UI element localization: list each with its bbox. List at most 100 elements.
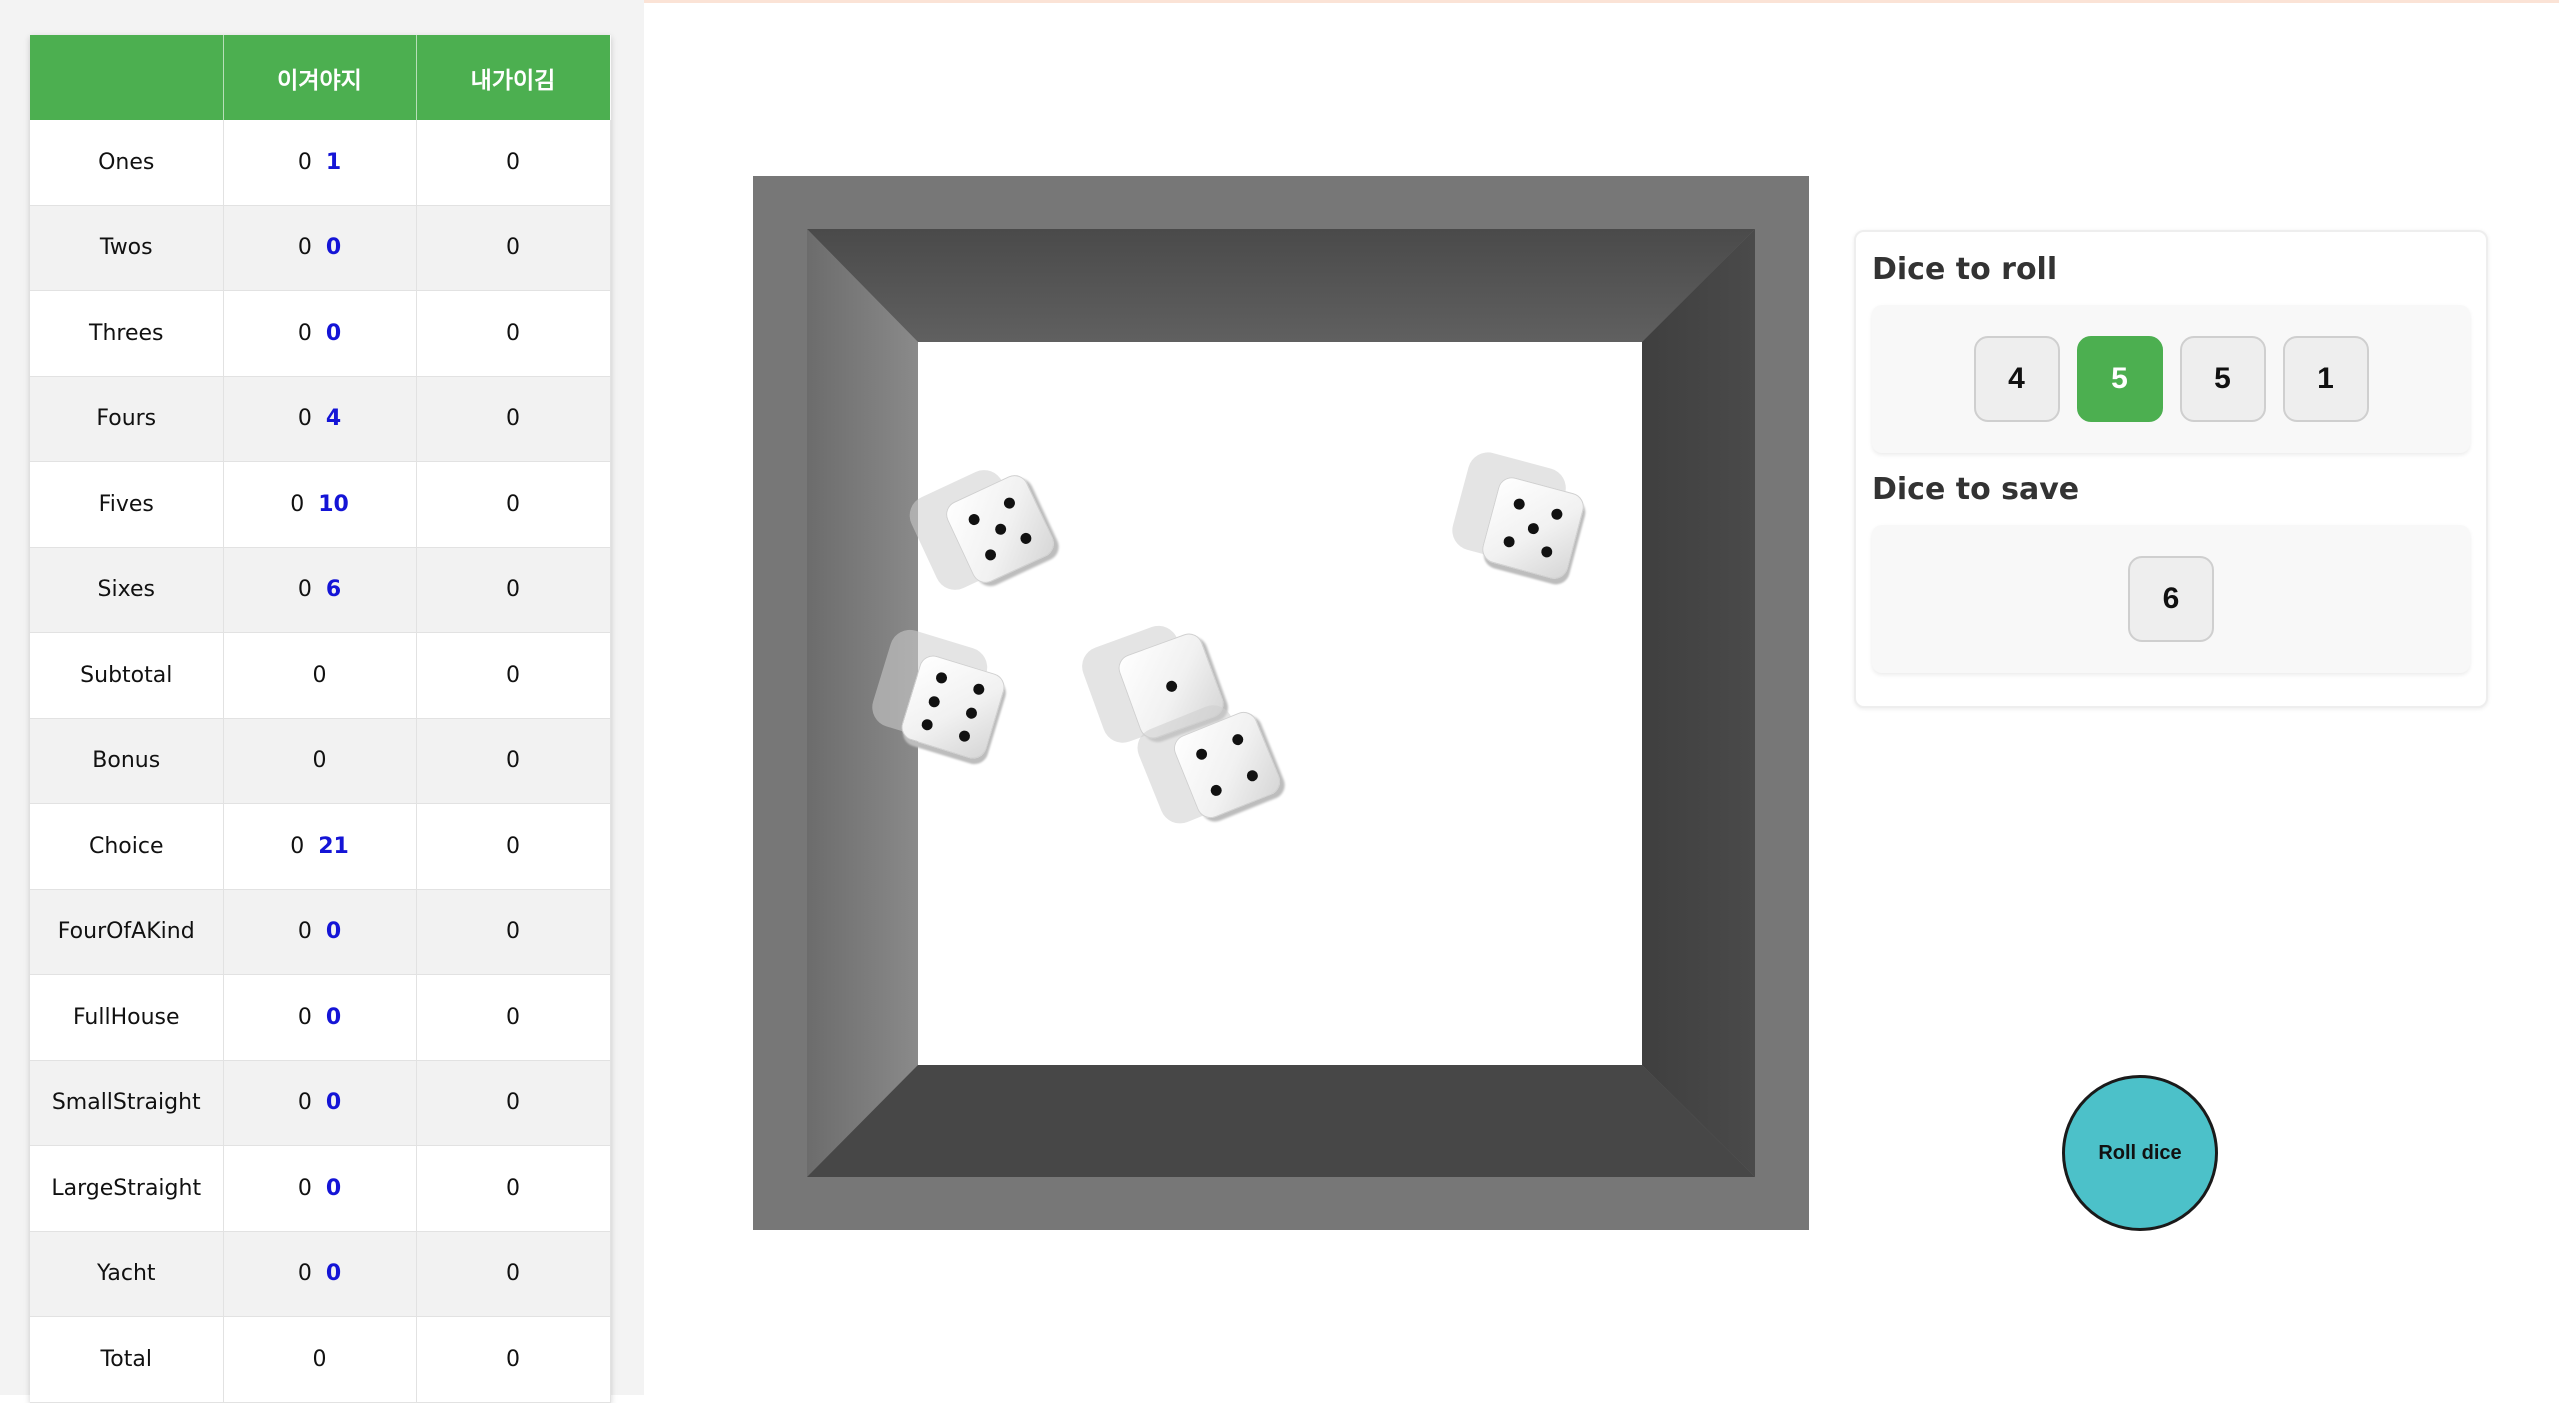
score-category-label: FullHouse [30, 974, 224, 1061]
player-2-score-cell: 0 [416, 1316, 611, 1403]
player-2-score-cell: 0 [416, 547, 611, 633]
score-row: Ones 0 1 0 [30, 120, 611, 206]
player-1-score-cell[interactable]: 0 21 [223, 803, 417, 890]
player-1-score: 0 [297, 577, 312, 603]
score-row: Twos 0 0 0 [30, 205, 611, 291]
player-2-score-cell: 0 [416, 974, 611, 1061]
score-row: Sixes 0 6 0 [30, 547, 611, 633]
score-row: FourOfAKind 0 0 0 [30, 889, 611, 975]
player-1-potential-score[interactable]: 0 [326, 919, 341, 944]
player-1-potential-score[interactable]: 6 [326, 577, 341, 602]
player-1-potential-score[interactable]: 0 [326, 1005, 341, 1030]
player-1-potential-score[interactable]: 0 [326, 1261, 341, 1286]
die-button[interactable]: 4 [1973, 336, 2060, 422]
score-row: Subtotal 0 0 [30, 632, 611, 719]
die-pip [1245, 768, 1260, 784]
die-pip [1230, 732, 1246, 747]
player-1-potential-score[interactable]: 1 [326, 150, 341, 175]
score-category-label: Subtotal [30, 632, 224, 719]
player-1-score-cell[interactable]: 06 [223, 547, 417, 633]
die-pip [965, 705, 979, 720]
score-row: Yacht 0 0 0 [30, 1231, 611, 1317]
dice-to-roll-title: Dice to roll [1872, 252, 2058, 287]
die-button[interactable]: 5 [2179, 336, 2266, 422]
header-player-2: 내가이김 [416, 35, 611, 120]
die-pip [1526, 521, 1540, 535]
score-table-body: Ones 0 1 0 Twos 0 0 0 Threes 0 0 0 Fours 0 4 0 Fives 0 10 0… [30, 120, 611, 1403]
score-row: FullHouse 0 0 0 [30, 974, 611, 1061]
score-category-label: Fours [30, 376, 224, 462]
roll-dice-button[interactable]: Roll dice [2062, 1075, 2218, 1231]
score-category-label: Sixes [30, 547, 224, 633]
score-category-label: Ones [30, 120, 224, 206]
player-1-score-cell: 0 [223, 632, 417, 719]
player-2-score-cell: 0 [416, 290, 611, 377]
player-1-score-cell[interactable]: 00 [223, 1231, 417, 1317]
score-row: Choice 0 21 0 [30, 803, 611, 890]
header-category [30, 35, 224, 120]
score-row: Fives 0 10 0 [30, 461, 611, 548]
player-1-score-cell[interactable]: 00 [223, 1145, 417, 1232]
score-category-label: FourOfAKind [30, 889, 224, 975]
die-button[interactable]: 1 [2282, 336, 2369, 422]
player-1-score-cell[interactable]: 00 [223, 205, 417, 291]
player-1-score: 0 [297, 235, 312, 261]
player-1-score: 0 [297, 1175, 312, 1201]
die-pip [1208, 783, 1224, 798]
player-1-score-cell: 0 [223, 718, 417, 804]
player-2-score-cell: 0 [416, 889, 611, 975]
player-1-score-cell[interactable]: 0 10 [223, 461, 417, 548]
die-button[interactable]: 6 [2128, 556, 2214, 642]
player-1-score: 0 [312, 662, 327, 688]
score-category-label: Yacht [30, 1231, 224, 1317]
score-table-header: 이겨야지 내가이김 [30, 35, 611, 120]
player-2-score-cell: 0 [416, 1060, 611, 1146]
player-1-score-cell[interactable]: 00 [223, 1060, 417, 1146]
player-1-score: 0 [297, 919, 312, 945]
player-1-potential-score[interactable]: 10 [318, 492, 349, 517]
player-1-score: 0 [297, 1004, 312, 1030]
player-1-potential-score[interactable]: 4 [326, 406, 341, 431]
player-2-score-cell: 0 [416, 1145, 611, 1232]
score-table: 이겨야지 내가이김 Ones 0 1 0 Twos 0 0 0 Threes 0 0 0 Fours 0 4… [30, 35, 611, 1403]
score-row: Fours 0 4 0 [30, 376, 611, 462]
die-pip [927, 694, 941, 709]
player-1-score: 0 [297, 406, 312, 432]
player-1-score: 0 [297, 149, 312, 175]
die-pip [992, 521, 1008, 537]
score-row: LargeStraight 0 0 0 [30, 1145, 611, 1232]
die-pip [1502, 535, 1516, 549]
player-1-score-cell: 0 [223, 1316, 417, 1403]
player-1-potential-score[interactable]: 0 [326, 1176, 341, 1201]
player-1-score: 0 [312, 748, 327, 774]
die-pip [934, 671, 948, 686]
score-row: Bonus 0 0 [30, 718, 611, 804]
dice-to-roll-box: 4551 [1872, 305, 2470, 453]
player-1-potential-score[interactable]: 0 [326, 1090, 341, 1115]
header-player-1: 이겨야지 [223, 35, 417, 120]
player-2-score-cell: 0 [416, 718, 611, 804]
player-2-score-cell: 0 [416, 120, 611, 206]
player-1-score-cell[interactable]: 04 [223, 376, 417, 462]
player-1-potential-score[interactable]: 0 [326, 235, 341, 260]
die-button[interactable]: 5 [2076, 336, 2163, 422]
die-pip [983, 547, 998, 563]
player-1-score-cell[interactable]: 00 [223, 889, 417, 975]
player-1-potential-score[interactable]: 21 [318, 834, 349, 859]
score-category-label: Total [30, 1316, 224, 1403]
score-row: Total 0 0 [30, 1316, 611, 1403]
score-category-label: Bonus [30, 718, 224, 804]
player-1-score-cell[interactable]: 00 [223, 290, 417, 377]
score-category-label: Fives [30, 461, 224, 548]
player-1-score-cell[interactable]: 00 [223, 974, 417, 1061]
player-2-score-cell: 0 [416, 205, 611, 291]
player-1-score: 0 [297, 1090, 312, 1116]
die-pip [957, 728, 972, 743]
player-1-score-cell[interactable]: 01 [223, 120, 417, 206]
player-1-potential-score[interactable]: 0 [326, 321, 341, 346]
dice-to-save-title: Dice to save [1872, 472, 2080, 507]
score-category-label: Threes [30, 290, 224, 377]
score-row: Threes 0 0 0 [30, 290, 611, 377]
die-pip [972, 682, 986, 697]
player-1-score: 0 [297, 320, 312, 346]
